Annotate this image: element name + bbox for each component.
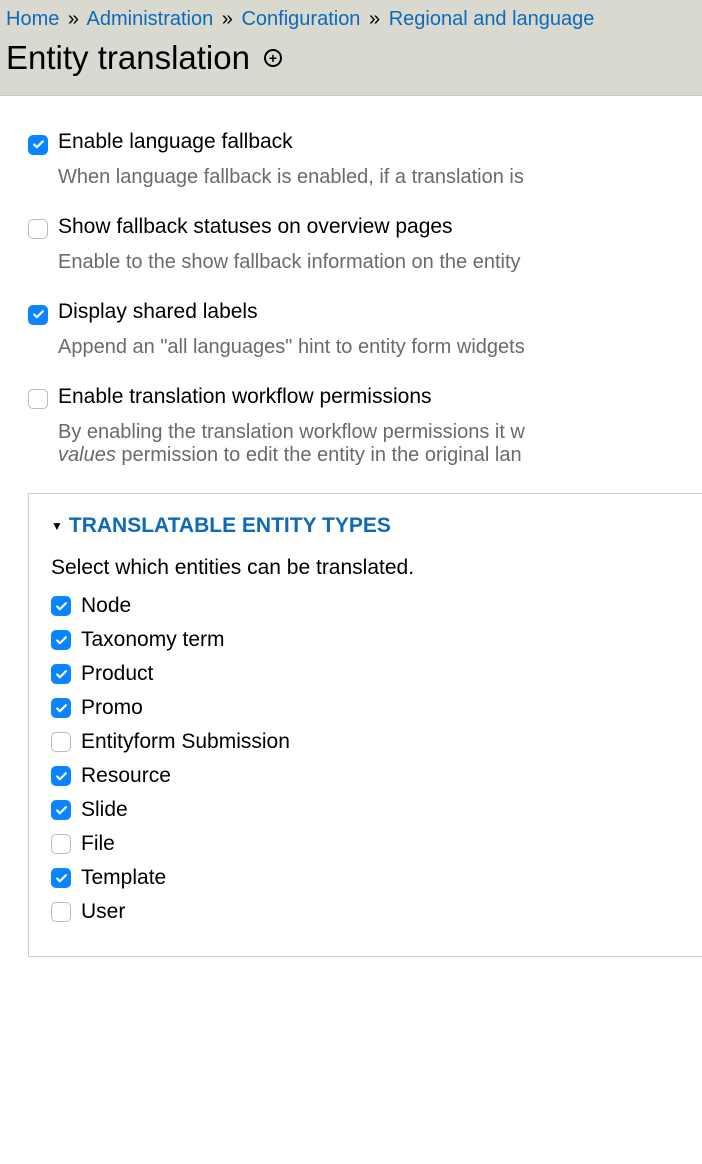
checkbox-template[interactable] — [51, 868, 71, 888]
breadcrumb-link-configuration[interactable]: Configuration — [241, 8, 360, 30]
checkbox-product[interactable] — [51, 664, 71, 684]
entity-item-promo: Promo — [51, 696, 702, 720]
entity-item-file: File — [51, 832, 702, 856]
checkbox-resource[interactable] — [51, 766, 71, 786]
entity-label[interactable]: Promo — [81, 696, 143, 720]
breadcrumb-separator: » — [369, 8, 380, 30]
option-label[interactable]: Enable translation workflow permissions — [58, 385, 702, 409]
option-description: Append an "all languages" hint to entity… — [58, 336, 702, 359]
header-bar: Home » Administration » Configuration » … — [0, 0, 702, 96]
option-enable-workflow-permissions: Enable translation workflow permissions … — [28, 385, 702, 467]
entity-item-entityform-submission: Entityform Submission — [51, 730, 702, 754]
breadcrumb-link-home[interactable]: Home — [6, 8, 59, 30]
entity-item-user: User — [51, 900, 702, 924]
checkbox-user[interactable] — [51, 902, 71, 922]
breadcrumb-separator: » — [222, 8, 233, 30]
entity-label[interactable]: Slide — [81, 798, 128, 822]
checkbox-promo[interactable] — [51, 698, 71, 718]
entity-label[interactable]: Template — [81, 866, 166, 890]
fieldset-description: Select which entities can be translated. — [51, 556, 702, 580]
option-show-fallback-statuses: Show fallback statuses on overview pages… — [28, 215, 702, 274]
entity-label[interactable]: Resource — [81, 764, 171, 788]
entity-item-product: Product — [51, 662, 702, 686]
entity-label[interactable]: Product — [81, 662, 153, 686]
option-label[interactable]: Show fallback statuses on overview pages — [58, 215, 702, 239]
option-description: By enabling the translation workflow per… — [58, 421, 702, 467]
page-title-text: Entity translation — [6, 39, 250, 77]
breadcrumb-link-administration[interactable]: Administration — [87, 8, 214, 30]
fieldset-legend-text: Translatable entity types — [69, 514, 391, 538]
checkbox-file[interactable] — [51, 834, 71, 854]
option-desc-italic: values — [58, 444, 116, 466]
entity-item-node: Node — [51, 594, 702, 618]
entity-label[interactable]: Taxonomy term — [81, 628, 225, 652]
breadcrumb: Home » Administration » Configuration » … — [6, 6, 696, 37]
entity-item-taxonomy-term: Taxonomy term — [51, 628, 702, 652]
entity-label[interactable]: File — [81, 832, 115, 856]
checkbox-enable-language-fallback[interactable] — [28, 135, 48, 155]
breadcrumb-link-regional[interactable]: Regional and language — [389, 8, 595, 30]
breadcrumb-separator: » — [68, 8, 79, 30]
checkbox-display-shared-labels[interactable] — [28, 305, 48, 325]
entity-item-resource: Resource — [51, 764, 702, 788]
checkbox-entityform-submission[interactable] — [51, 732, 71, 752]
entity-label[interactable]: Entityform Submission — [81, 730, 290, 754]
option-desc-line1: By enabling the translation workflow per… — [58, 421, 525, 443]
checkbox-node[interactable] — [51, 596, 71, 616]
caret-down-icon: ▼ — [51, 519, 63, 533]
entity-label[interactable]: Node — [81, 594, 131, 618]
checkbox-slide[interactable] — [51, 800, 71, 820]
checkbox-show-fallback-statuses[interactable] — [28, 219, 48, 239]
checkbox-taxonomy-term[interactable] — [51, 630, 71, 650]
checkbox-enable-workflow-permissions[interactable] — [28, 389, 48, 409]
add-icon[interactable]: + — [264, 49, 282, 67]
option-label[interactable]: Display shared labels — [58, 300, 702, 324]
fieldset-legend[interactable]: ▼ Translatable entity types — [51, 514, 702, 538]
page-title: Entity translation + — [6, 39, 696, 77]
entity-label[interactable]: User — [81, 900, 125, 924]
option-display-shared-labels: Display shared labels Append an "all lan… — [28, 300, 702, 359]
entity-item-slide: Slide — [51, 798, 702, 822]
option-label[interactable]: Enable language fallback — [58, 130, 702, 154]
content: Enable language fallback When language f… — [0, 96, 702, 977]
option-description: Enable to the show fallback information … — [58, 251, 702, 274]
entity-item-template: Template — [51, 866, 702, 890]
option-description: When language fallback is enabled, if a … — [58, 166, 702, 189]
option-desc-line2: permission to edit the entity in the ori… — [116, 444, 522, 466]
option-enable-language-fallback: Enable language fallback When language f… — [28, 130, 702, 189]
fieldset-translatable-entity-types: ▼ Translatable entity types Select which… — [28, 493, 702, 957]
